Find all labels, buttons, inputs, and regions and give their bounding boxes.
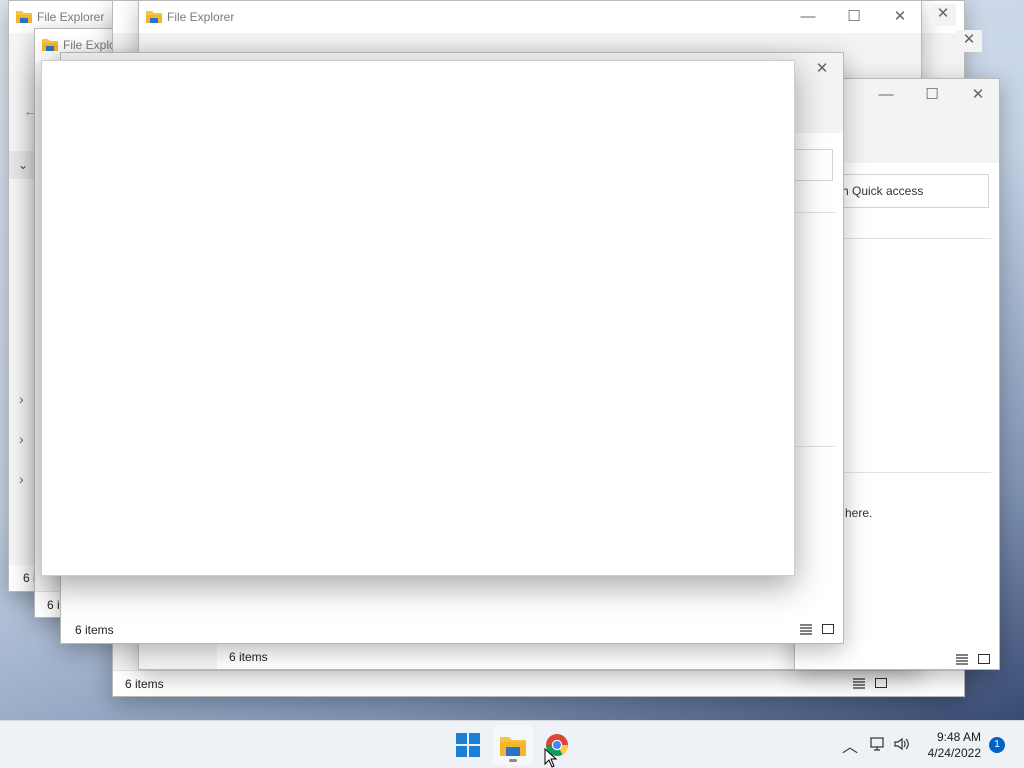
window-title: File Explorer — [167, 10, 235, 24]
minimize-button[interactable]: — — [785, 1, 831, 31]
window-title: File Explorer — [37, 10, 105, 24]
folder-icon — [500, 737, 526, 756]
clock[interactable]: 9:48 AM 4/24/2022 — [928, 729, 981, 761]
tiles-view-icon[interactable] — [821, 622, 835, 636]
search-input[interactable]: rch Quick access — [825, 174, 989, 208]
windows-logo-icon — [456, 733, 480, 757]
tree-chevron-icon[interactable]: › — [19, 431, 24, 447]
mouse-cursor-icon — [544, 748, 558, 768]
details-view-icon[interactable] — [799, 622, 813, 636]
show-hidden-icons-chevron-icon[interactable]: ︿ — [842, 733, 858, 757]
close-button[interactable]: ✕ — [930, 4, 956, 26]
tiles-view-icon[interactable] — [874, 676, 888, 690]
details-view-icon[interactable] — [955, 652, 969, 666]
empty-folder-message: here. — [845, 506, 873, 520]
view-icons — [799, 622, 835, 636]
network-icon[interactable] — [869, 735, 887, 756]
tree-chevron-icon[interactable]: › — [19, 471, 24, 487]
folder-icon — [42, 39, 58, 51]
close-button[interactable]: ✕ — [955, 79, 999, 109]
minimize-button[interactable]: — — [863, 79, 909, 109]
close-button[interactable]: ✕ — [956, 30, 982, 52]
item-count: 6 items — [125, 677, 164, 691]
notification-badge[interactable]: 1 — [989, 737, 1005, 753]
volume-icon[interactable] — [893, 735, 911, 756]
item-count: 6 items — [75, 623, 114, 637]
status-bar: 6 items — [113, 670, 964, 696]
details-view-icon[interactable] — [852, 676, 866, 690]
search-placeholder: rch Quick access — [832, 184, 924, 198]
folder-icon — [16, 11, 32, 23]
clock-date: 4/24/2022 — [927, 746, 981, 760]
tiles-view-icon[interactable] — [977, 652, 991, 666]
clock-time: 9:48 AM — [936, 730, 981, 744]
running-indicator — [509, 759, 517, 762]
close-button[interactable]: ✕ — [799, 53, 843, 83]
start-button[interactable] — [448, 725, 488, 765]
expand-chevron-icon[interactable]: ⌄ — [9, 151, 37, 179]
item-count: 6 items — [229, 650, 268, 664]
folder-icon — [146, 11, 162, 23]
tree-chevron-icon[interactable]: › — [19, 391, 24, 407]
status-bar: 6 items — [61, 617, 843, 643]
view-icons — [852, 676, 888, 690]
maximize-button[interactable]: ☐ — [831, 1, 877, 31]
blank-dialog[interactable] — [41, 60, 795, 576]
maximize-button[interactable]: ☐ — [909, 79, 955, 109]
view-icons — [955, 652, 991, 666]
close-button[interactable]: ✕ — [877, 1, 921, 31]
